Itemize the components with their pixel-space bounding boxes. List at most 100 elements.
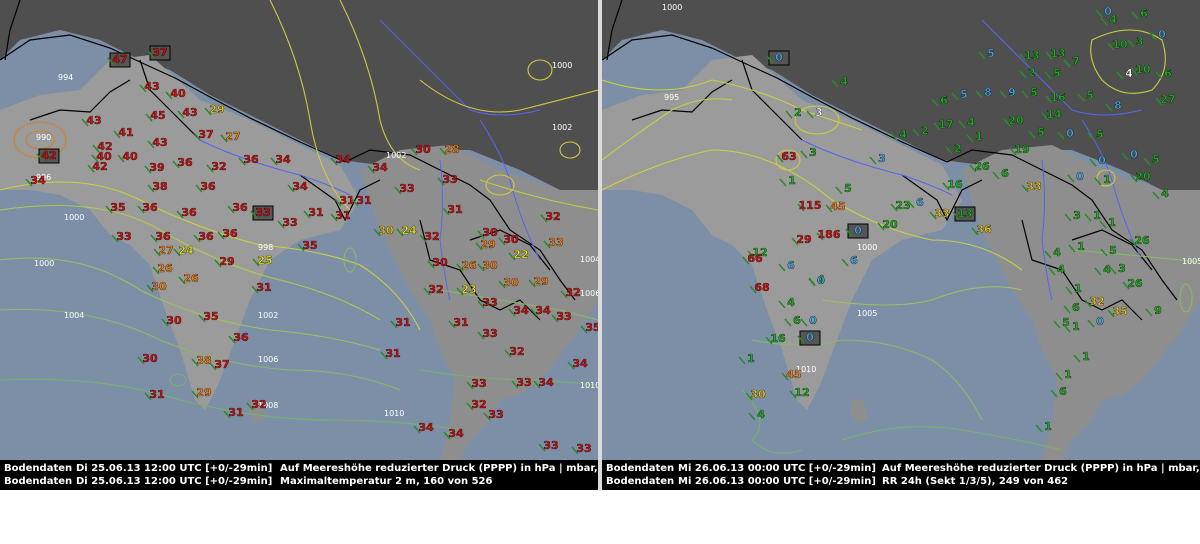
station-value: 9 — [1008, 86, 1016, 99]
station-value: 32 — [545, 210, 560, 223]
station-value: 29 — [219, 255, 234, 268]
station-value: 31 — [256, 281, 271, 294]
station-value: 27 — [158, 244, 173, 257]
caption-field: Auf Meereshöhe reduzierter Druck (PPPP) … — [280, 463, 598, 474]
station-value: 0 — [817, 274, 825, 287]
isobar-label: 1006 — [580, 289, 598, 298]
station-value: 34 — [418, 421, 434, 434]
station-value: 33 — [482, 327, 497, 340]
station-value: 5 — [1109, 244, 1117, 257]
isobar-label: 990 — [36, 133, 51, 142]
station-value: 34 — [572, 357, 588, 370]
station-value: 1 — [1093, 209, 1101, 222]
station-value: 26 — [461, 259, 477, 272]
station-value: 33 — [934, 207, 949, 220]
station-value: 1 — [1077, 240, 1085, 253]
station-value: 5 — [1030, 86, 1038, 99]
station-value: 1 — [747, 352, 755, 365]
station-value: 5 — [1037, 126, 1045, 139]
station-value: 26 — [157, 262, 173, 275]
station-value: 33 — [471, 377, 486, 390]
station-value: 35 — [302, 239, 317, 252]
station-value: 186 — [818, 228, 841, 241]
station-value: 32 — [428, 283, 443, 296]
station-value: 33 — [282, 216, 297, 229]
station-value: 0 — [1098, 154, 1106, 167]
station-value: 6 — [1164, 67, 1172, 80]
station-value: 4 — [787, 296, 795, 309]
station-value: 30 — [503, 276, 519, 289]
isobar-label: 1000 — [34, 259, 54, 268]
station-value: 30 — [750, 388, 766, 401]
station-value: 33 — [516, 376, 531, 389]
station-value: 3 — [1136, 35, 1144, 48]
station-value: 37 — [198, 128, 213, 141]
station-value: 1 — [1044, 420, 1052, 433]
caption-source: Bodendaten — [606, 476, 675, 487]
station-value: 9 — [1154, 304, 1162, 317]
station-value: 0 — [1158, 28, 1166, 41]
station-value: 29 — [209, 103, 224, 116]
station-value: 37 — [214, 358, 229, 371]
station-value: 43 — [182, 106, 197, 119]
station-value: 0 — [806, 331, 814, 344]
station-value: 1 — [1064, 368, 1072, 381]
station-value: 3 — [1073, 209, 1081, 222]
station-value: 36 — [233, 331, 249, 344]
station-value: 4 — [1053, 246, 1061, 259]
station-value: 16 — [947, 178, 963, 191]
isobar-label: 1000 — [662, 3, 682, 12]
station-value: 17 — [938, 118, 953, 131]
station-value: 40 — [122, 150, 138, 163]
station-value: 3 — [809, 146, 817, 159]
station-value: 36 — [155, 230, 171, 243]
station-value: 32 — [509, 345, 524, 358]
station-value: 33 — [442, 173, 457, 186]
isobar-label: 1005 — [1182, 257, 1200, 266]
station-value: 30 — [166, 314, 182, 327]
station-value: 29 — [796, 233, 811, 246]
station-value: 5 — [1086, 89, 1094, 102]
station-value: 5 — [987, 47, 995, 60]
station-value: 6 — [787, 259, 795, 272]
isobar-label: 994 — [58, 73, 73, 82]
station-value: 32 — [1089, 295, 1104, 308]
station-value: 31 — [395, 316, 410, 329]
station-value: 8 — [1114, 99, 1122, 112]
station-value: 6 — [850, 254, 858, 267]
station-value: 41 — [118, 126, 133, 139]
station-value: 6 — [1140, 7, 1148, 20]
station-value: 2 — [794, 106, 802, 119]
station-value: 34 — [535, 304, 551, 317]
station-value: 36 — [976, 223, 992, 236]
station-value: 16 — [770, 332, 786, 345]
station-value: 33 — [482, 296, 497, 309]
station-value: 33 — [488, 408, 503, 421]
station-value: 40 — [96, 150, 112, 163]
station-value: 7 — [1072, 55, 1080, 68]
isobar-label: 1006 — [258, 355, 278, 364]
station-value: 6 — [1059, 385, 1067, 398]
station-value: 36 — [232, 201, 248, 214]
station-value: 31 — [308, 206, 323, 219]
station-value: 68 — [754, 281, 769, 294]
station-value: 35 — [110, 201, 125, 214]
caption-datetime: Mi 26.06.13 00:00 UTC [+0/-29min] — [678, 463, 876, 474]
station-value: 0 — [1096, 315, 1104, 328]
station-value: 0 — [809, 314, 817, 327]
station-value: 5 — [1053, 67, 1061, 80]
station-value: 24 — [401, 224, 417, 237]
isobar-label: 1002 — [258, 311, 278, 320]
caption-right: Bodendaten Mi 26.06.13 00:00 UTC [+0/-29… — [602, 460, 1200, 490]
station-value: 13 — [1024, 49, 1039, 62]
station-value: 34 — [448, 427, 464, 440]
station-value: 34 — [513, 304, 529, 317]
caption-field: RR 24h (Sekt 1/3/5), 249 von 462 — [882, 476, 1069, 487]
station-value: 36 — [177, 156, 193, 169]
station-value: 6 — [1072, 301, 1080, 314]
station-value: 29 — [480, 238, 495, 251]
station-value: 38 — [152, 180, 167, 193]
station-value: 6 — [1001, 167, 1009, 180]
station-value: 14 — [1046, 108, 1062, 121]
station-value: 35 — [1112, 305, 1127, 318]
